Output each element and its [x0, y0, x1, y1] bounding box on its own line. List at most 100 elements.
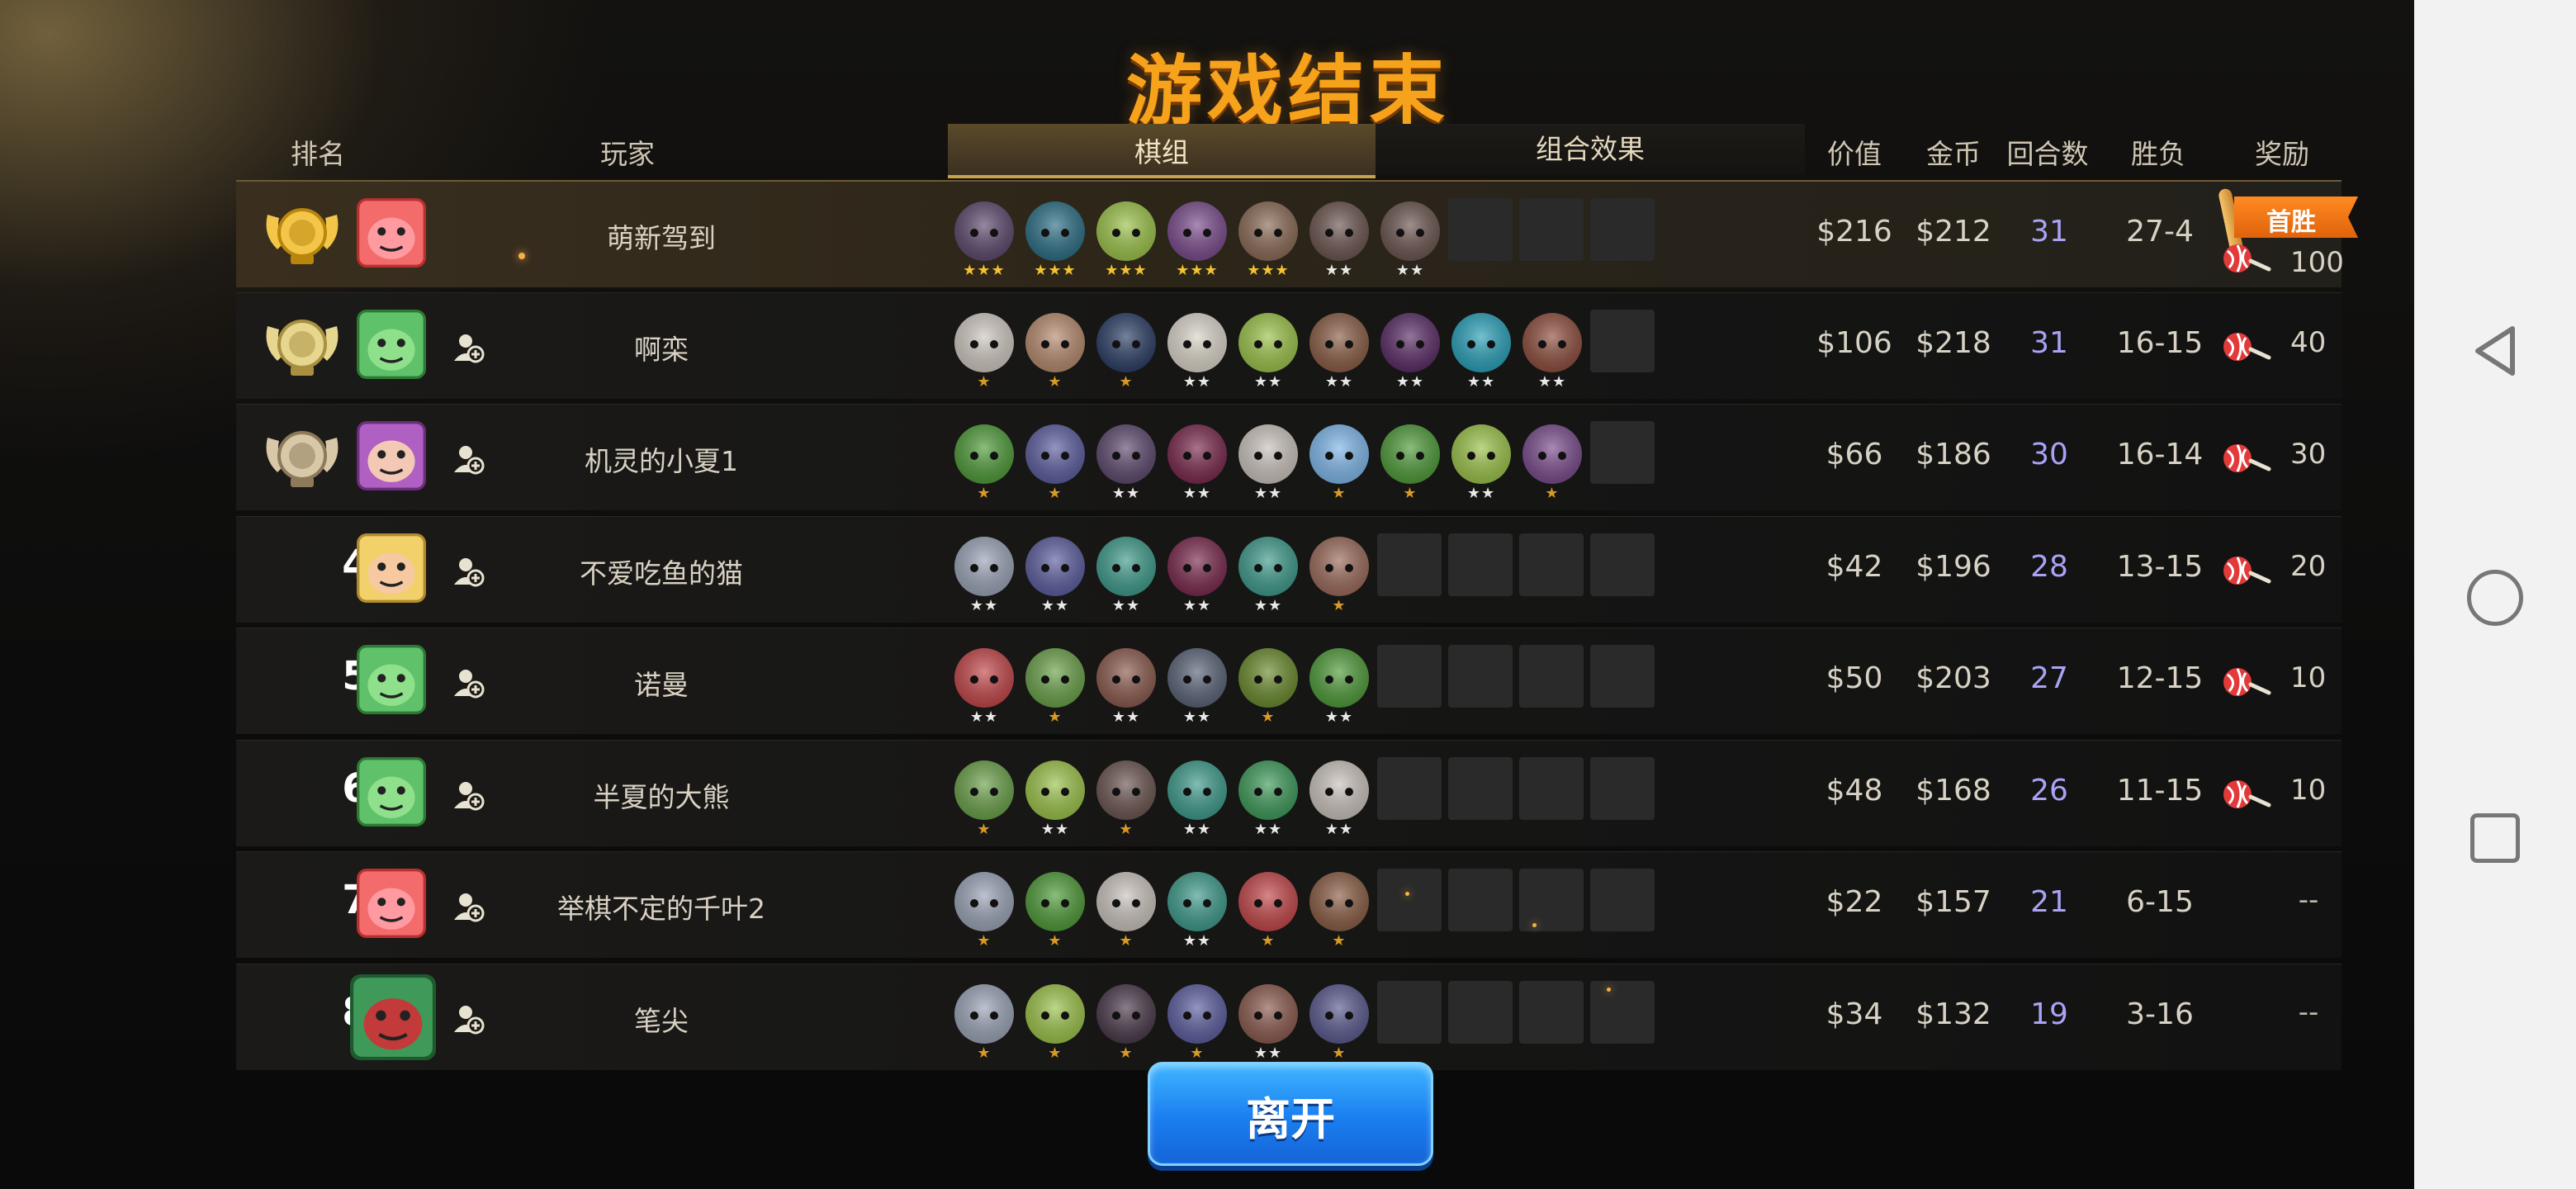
unit-portrait[interactable] — [1306, 867, 1372, 933]
unit-portrait[interactable] — [1164, 867, 1230, 933]
unit-portrait[interactable] — [951, 979, 1017, 1045]
unit-portrait[interactable] — [1164, 532, 1230, 598]
unit-portrait[interactable] — [1306, 532, 1372, 598]
table-row: 机灵的小夏1 ★ ★ ★★ ★★ ★★ ★ ★ ★★ ★ $66 $186 30… — [236, 404, 2342, 510]
gold-cell: $218 — [1915, 325, 1991, 360]
empty-unit-slot — [1519, 756, 1584, 820]
green-orc-avatar[interactable] — [357, 756, 426, 827]
unit-portrait[interactable] — [1093, 979, 1159, 1045]
unit-portrait[interactable] — [1235, 308, 1301, 374]
unit-portrait[interactable] — [1377, 308, 1443, 374]
unit-portrait[interactable] — [951, 867, 1017, 933]
add-friend-icon[interactable] — [452, 331, 485, 364]
reward-cell: 20 — [2290, 549, 2327, 583]
tab-synergy[interactable]: 组合效果 — [1376, 124, 1805, 175]
empty-unit-slot — [1448, 756, 1513, 820]
add-friend-icon[interactable] — [452, 1002, 485, 1035]
unit-portrait[interactable] — [1093, 756, 1159, 822]
table-row: 萌新驾到 ★★★ ★★★ ★★★ ★★★ ★★★ ★★ ★★ $216 $212… — [236, 180, 2358, 287]
unit-portrait[interactable] — [1022, 867, 1088, 933]
green-orc-avatar[interactable] — [357, 645, 426, 714]
unit-portrait[interactable] — [1093, 643, 1159, 709]
header-reward: 奖励 — [2255, 138, 2309, 170]
unit-portrait[interactable] — [1022, 419, 1088, 486]
unit-portrait[interactable] — [951, 756, 1017, 822]
unit-stars: ★★ — [1395, 372, 1425, 391]
blond-elf-avatar[interactable] — [357, 533, 426, 603]
gold-cell: $157 — [1915, 885, 1991, 919]
unit-portrait[interactable] — [1093, 419, 1159, 486]
unit-portrait[interactable] — [1306, 419, 1372, 486]
add-friend-icon[interactable] — [452, 779, 485, 812]
unit-portrait[interactable] — [1306, 756, 1372, 822]
unit-portrait[interactable] — [1377, 419, 1443, 486]
unit-stars: ★★ — [1111, 596, 1141, 614]
unit-portrait[interactable] — [951, 308, 1017, 374]
unit-portrait[interactable] — [1235, 756, 1301, 822]
unit-portrait[interactable] — [1235, 867, 1301, 933]
unit-portrait[interactable] — [1022, 979, 1088, 1045]
unit-portrait[interactable] — [951, 197, 1017, 263]
unit-portrait[interactable] — [1519, 419, 1585, 486]
green-orc-avatar[interactable] — [357, 309, 426, 379]
red-pig-avatar[interactable] — [357, 198, 426, 268]
unit-portrait[interactable] — [1093, 867, 1159, 933]
unit-portrait[interactable] — [1164, 979, 1230, 1045]
add-friend-icon[interactable] — [452, 666, 485, 699]
unit-stars: ★★ — [1182, 932, 1212, 950]
empty-unit-slot — [1590, 309, 1655, 372]
home-icon[interactable] — [2467, 570, 2523, 626]
unit-portrait[interactable] — [1093, 197, 1159, 263]
add-friend-icon[interactable] — [452, 555, 485, 588]
unit-portrait[interactable] — [1164, 197, 1230, 263]
unit-portrait[interactable] — [1448, 308, 1514, 374]
back-icon[interactable] — [2466, 322, 2524, 380]
empty-unit-slot — [1519, 645, 1584, 708]
unit-portrait[interactable] — [1164, 419, 1230, 486]
unit-portrait[interactable] — [1306, 308, 1372, 374]
unit-stars: ★ — [1119, 1044, 1134, 1062]
unit-portrait[interactable] — [1235, 532, 1301, 598]
empty-unit-slot — [1590, 869, 1655, 931]
unit-portrait[interactable] — [1235, 197, 1301, 263]
unit-portrait[interactable] — [1164, 756, 1230, 822]
unit-stars: ★ — [977, 1044, 992, 1062]
unit-portrait[interactable] — [1306, 643, 1372, 709]
unit-portrait[interactable] — [951, 419, 1017, 486]
recent-apps-icon[interactable] — [2470, 813, 2520, 863]
unit-portrait[interactable] — [1022, 197, 1088, 263]
unit-portrait[interactable] — [1448, 419, 1514, 486]
unit-portrait[interactable] — [951, 643, 1017, 709]
unit-portrait[interactable] — [1164, 308, 1230, 374]
player-name: 诺曼 — [634, 669, 689, 701]
frog-king-avatar[interactable] — [348, 973, 438, 1060]
unit-portrait[interactable] — [1022, 643, 1088, 709]
unit-portrait[interactable] — [1306, 979, 1372, 1045]
unit-portrait[interactable] — [1377, 197, 1443, 263]
red-pig-avatar[interactable] — [357, 869, 426, 938]
unit-stars: ★★ — [969, 708, 999, 726]
unit-portrait[interactable] — [1164, 643, 1230, 709]
unit-lineup: ★ ★★ ★ ★★ ★★ ★★ — [951, 756, 1661, 838]
unit-portrait[interactable] — [1022, 756, 1088, 822]
add-friend-icon[interactable] — [452, 443, 485, 476]
unit-portrait[interactable] — [1235, 419, 1301, 486]
tab-lineup[interactable]: 棋组 — [948, 124, 1376, 178]
unit-portrait[interactable] — [1235, 643, 1301, 709]
player-name: 萌新驾到 — [607, 222, 716, 254]
unit-stars: ★ — [1332, 485, 1347, 502]
add-friend-icon[interactable] — [452, 890, 485, 923]
unit-portrait[interactable] — [1093, 532, 1159, 598]
unit-portrait[interactable] — [1093, 308, 1159, 374]
leave-button[interactable]: 离开 — [1148, 1062, 1433, 1166]
purple-hair-girl-avatar[interactable] — [357, 421, 426, 490]
unit-portrait[interactable] — [1235, 979, 1301, 1045]
unit-portrait[interactable] — [1519, 308, 1585, 374]
unit-portrait[interactable] — [1022, 532, 1088, 598]
win-loss-cell: 11-15 — [2116, 773, 2204, 808]
unit-stars: ★★★ — [1034, 262, 1077, 279]
unit-portrait[interactable] — [1022, 308, 1088, 374]
rounds-cell: 30 — [2030, 438, 2068, 471]
unit-portrait[interactable] — [951, 532, 1017, 598]
unit-portrait[interactable] — [1306, 197, 1372, 263]
